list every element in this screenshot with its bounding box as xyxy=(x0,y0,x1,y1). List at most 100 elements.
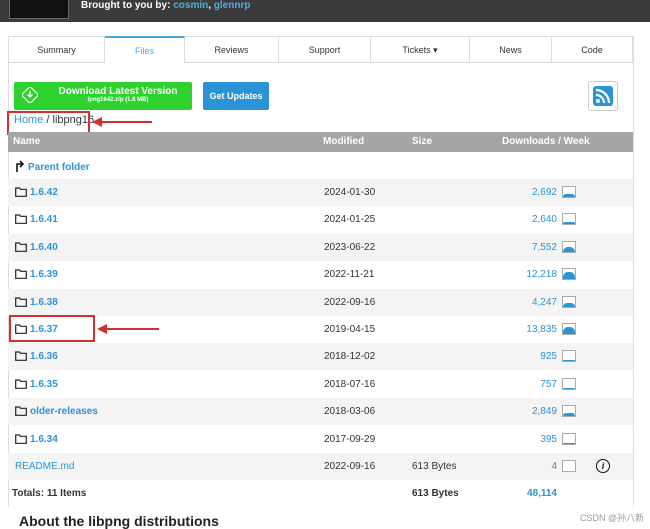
tab-news[interactable]: News xyxy=(470,36,552,63)
weekly-downloads[interactable]: 4,247 xyxy=(532,297,557,308)
weekly-downloads[interactable]: 2,640 xyxy=(532,214,557,225)
modified-date: 2017-09-29 xyxy=(324,433,376,445)
column-name-header[interactable]: Name xyxy=(13,136,46,147)
weekly-downloads[interactable]: 395 xyxy=(540,434,557,445)
file-link[interactable]: README.md xyxy=(15,461,74,472)
folder-link[interactable]: 1.6.38 xyxy=(15,297,58,308)
folder-link[interactable]: 1.6.39 xyxy=(15,269,58,280)
weekly-downloads[interactable]: 757 xyxy=(540,379,557,390)
rss-icon xyxy=(593,86,613,106)
weekly-downloads[interactable]: 925 xyxy=(540,351,557,362)
item-name: 1.6.42 xyxy=(30,187,58,198)
download-sparkline xyxy=(562,240,576,253)
get-updates-button[interactable]: Get Updates xyxy=(203,82,269,110)
download-sparkline xyxy=(562,432,576,445)
folder-link[interactable]: older-releases xyxy=(15,406,98,417)
file-size: 613 Bytes xyxy=(412,461,457,472)
sparkline-fill xyxy=(563,246,575,252)
totals-downloads: 48,114 xyxy=(526,488,557,499)
modified-date: 2022-09-16 xyxy=(324,296,376,308)
modified-date: 2022-11-21 xyxy=(324,269,375,281)
folder-icon xyxy=(15,296,27,307)
item-name: 1.6.41 xyxy=(30,214,58,226)
folder-link[interactable]: 1.6.41 xyxy=(15,214,58,225)
column-size-label: Size xyxy=(412,136,433,147)
tab-reviews[interactable]: Reviews xyxy=(185,36,279,63)
tab-tickets[interactable]: Tickets ▾ xyxy=(371,36,470,63)
download-sparkline xyxy=(562,460,576,472)
item-name: older-releases xyxy=(30,406,98,418)
folder-row[interactable]: 1.6.36 2018-12-02 925 xyxy=(8,343,633,371)
sparkline-fill xyxy=(563,443,575,444)
sparkline-fill xyxy=(563,326,575,334)
maintainer-link[interactable]: cosmin xyxy=(173,0,208,11)
folder-link[interactable]: 1.6.34 xyxy=(15,434,58,445)
item-name: 1.6.39 xyxy=(30,269,58,281)
totals-row: Totals: 11 Items 613 Bytes 48,114 xyxy=(8,480,633,507)
folder-row[interactable]: older-releases 2018-03-06 2,849 xyxy=(8,398,633,426)
column-modified-header[interactable]: Modified xyxy=(323,136,370,147)
item-name: 1.6.40 xyxy=(30,241,58,253)
folder-icon xyxy=(15,351,27,362)
column-downloads-header[interactable]: Downloads / Week xyxy=(502,136,595,147)
project-logo[interactable] xyxy=(9,0,69,19)
maintainer-link[interactable]: glennrp xyxy=(214,0,251,11)
download-sparkline xyxy=(562,405,576,418)
sparkline-fill xyxy=(563,303,575,307)
folder-icon xyxy=(15,187,27,197)
item-name: 1.6.34 xyxy=(30,433,58,445)
tab-support[interactable]: Support xyxy=(279,36,371,63)
modified-date: 2018-07-16 xyxy=(324,378,376,390)
parent-folder-row[interactable]: Parent folder xyxy=(8,152,633,179)
folder-link[interactable]: 1.6.36 xyxy=(15,351,58,362)
folder-row[interactable]: 1.6.42 2024-01-30 2,692 xyxy=(8,179,633,206)
tab-summary[interactable]: Summary xyxy=(8,36,105,63)
modified-date: 2023-06-22 xyxy=(324,241,376,253)
weekly-downloads[interactable]: 2,692 xyxy=(532,187,557,198)
column-name-label: Name xyxy=(13,136,41,147)
file-row[interactable]: README.md 2022-09-16 613 Bytes 4 i xyxy=(8,453,633,480)
column-downloads-label: Downloads / Week xyxy=(502,136,590,147)
weekly-downloads[interactable]: 13,835 xyxy=(526,324,557,335)
modified-date: 2024-01-30 xyxy=(324,187,376,198)
download-icon xyxy=(22,87,38,103)
about-heading: About the libpng distributions xyxy=(19,513,219,529)
tab-files[interactable]: Files xyxy=(105,36,185,63)
parent-folder-link[interactable]: Parent folder xyxy=(15,160,90,173)
download-latest-button[interactable]: Download Latest Version lpng1642.zip (1.… xyxy=(14,82,192,110)
rss-feed-button[interactable] xyxy=(588,81,618,111)
info-icon[interactable]: i xyxy=(596,459,610,473)
totals-size: 613 Bytes xyxy=(412,488,459,499)
weekly-downloads[interactable]: 7,552 xyxy=(532,242,557,253)
tab-code[interactable]: Code xyxy=(552,36,633,63)
weekly-downloads[interactable]: 4 xyxy=(551,461,557,472)
modified-date: 2018-12-02 xyxy=(324,351,376,363)
download-sparkline xyxy=(562,377,576,390)
annotation-arrow xyxy=(92,117,152,127)
folder-row[interactable]: 1.6.39 2022-11-21 12,218 xyxy=(8,261,633,288)
folder-row[interactable]: 1.6.34 2017-09-29 395 xyxy=(8,426,633,453)
folder-link[interactable]: 1.6.42 xyxy=(15,187,58,198)
folder-row[interactable]: 1.6.38 2022-09-16 4,247 xyxy=(8,288,633,316)
up-arrow-icon xyxy=(16,160,25,172)
brought-to-you-by: Brought to you by: cosmin, glennrp xyxy=(81,0,251,11)
download-sparkline xyxy=(562,350,576,363)
folder-row[interactable]: 1.6.41 2024-01-25 2,640 xyxy=(8,206,633,233)
project-header: Brought to you by: cosmin, glennrp xyxy=(0,0,650,22)
files-table-header: Name Modified Size Downloads / Week xyxy=(8,132,633,152)
project-tabs: Summary Files Reviews Support Tickets ▾ … xyxy=(8,36,633,64)
folder-row[interactable]: 1.6.40 2023-06-22 7,552 xyxy=(8,233,633,261)
folder-link[interactable]: 1.6.35 xyxy=(15,379,58,390)
download-sparkline xyxy=(562,268,576,281)
modified-date: 2024-01-25 xyxy=(324,214,376,226)
folder-link[interactable]: 1.6.40 xyxy=(15,242,58,253)
folder-row[interactable]: 1.6.35 2018-07-16 757 xyxy=(8,371,633,398)
sparkline-fill xyxy=(563,272,575,280)
modified-date: 2019-04-15 xyxy=(324,324,376,335)
weekly-downloads[interactable]: 2,849 xyxy=(532,406,557,417)
weekly-downloads[interactable]: 12,218 xyxy=(526,269,557,280)
download-sparkline xyxy=(562,186,576,198)
annotation-arrow xyxy=(97,324,159,334)
column-size-header[interactable]: Size xyxy=(412,136,438,147)
item-name: 1.6.35 xyxy=(30,378,58,390)
